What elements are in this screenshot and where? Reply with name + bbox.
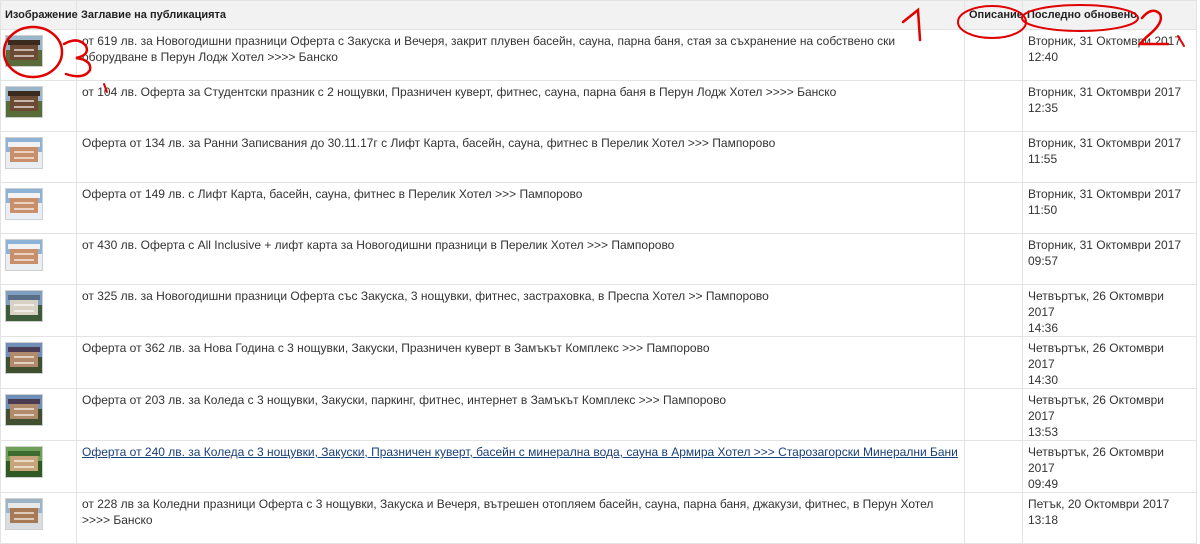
updated-time: 13:18 [1028,513,1059,527]
thumbnail-cell [0,80,77,132]
last-updated-cell: Четвъртък, 26 Октомври 2017 13:53 [1022,388,1197,441]
description-cell [964,29,1023,81]
column-header-title[interactable]: Заглавие на публикацията [76,0,965,30]
description-cell [964,233,1023,285]
updated-time: 12:35 [1028,101,1059,115]
thumbnail-cell [0,284,77,337]
description-cell [964,492,1023,544]
updated-date: Вторник, 31 Октомври 2017 [1028,85,1182,99]
publication-title[interactable]: Оферта от 362 лв. за Нова Година с 3 нощ… [82,341,710,355]
hotel-thumbnail-image[interactable] [5,394,43,426]
thumbnail-cell [0,336,77,389]
table-row[interactable]: от 430 лв. Оферта с All Inclusive + лифт… [0,233,1197,285]
hotel-thumbnail-image[interactable] [5,342,43,374]
table-row[interactable]: Оферта от 134 лв. за Ранни Записвания до… [0,131,1197,183]
publication-title[interactable]: от 619 лв. за Новогодишни празници Оферт… [82,34,895,64]
publication-title[interactable]: от 228 лв за Коледни празници Оферта с 3… [82,497,933,527]
updated-date: Четвъртък, 26 Октомври 2017 [1028,393,1165,423]
thumbnail-cell [0,131,77,183]
updated-date: Четвъртък, 26 Октомври 2017 [1028,289,1165,319]
column-header-description[interactable]: Описание [964,0,1023,30]
publication-title-cell: Оферта от 240 лв. за Коледа с 3 нощувки,… [76,440,965,493]
updated-time: 09:49 [1028,477,1059,491]
table-row[interactable]: от 325 лв. за Новогодишни празници Оферт… [0,284,1197,337]
last-updated-cell: Петък, 20 Октомври 2017 13:18 [1022,492,1197,544]
description-cell [964,284,1023,337]
hotel-thumbnail-image[interactable] [5,498,43,530]
publication-title[interactable]: от 430 лв. Оферта с All Inclusive + лифт… [82,238,674,252]
hotel-thumbnail-image[interactable] [5,290,43,322]
updated-time: 11:50 [1028,203,1058,217]
publication-title-cell: Оферта от 203 лв. за Коледа с 3 нощувки,… [76,388,965,441]
updated-time: 13:53 [1028,425,1059,439]
hotel-thumbnail-image[interactable] [5,188,43,220]
last-updated-cell: Вторник, 31 Октомври 2017 12:35 [1022,80,1197,132]
thumbnail-cell [0,233,77,285]
description-cell [964,440,1023,493]
publication-title[interactable]: Оферта от 134 лв. за Ранни Записвания до… [82,136,775,150]
updated-date: Вторник, 31 Октомври 2017 [1028,238,1182,252]
last-updated-cell: Четвъртък, 26 Октомври 2017 14:30 [1022,336,1197,389]
hotel-thumbnail-image[interactable] [5,86,43,118]
thumbnail-cell [0,182,77,234]
updated-date: Петък, 20 Октомври 2017 [1028,497,1170,511]
last-updated-cell: Четвъртък, 26 Октомври 2017 09:49 [1022,440,1197,493]
publication-title-cell: от 619 лв. за Новогодишни празници Оферт… [76,29,965,81]
publication-title-link[interactable]: Оферта от 240 лв. за Коледа с 3 нощувки,… [82,445,958,459]
table-row[interactable]: от 104 лв. Оферта за Студентски празник … [0,80,1197,132]
description-cell [964,80,1023,132]
publication-title-cell: от 104 лв. Оферта за Студентски празник … [76,80,965,132]
description-cell [964,131,1023,183]
thumbnail-cell [0,492,77,544]
last-updated-cell: Вторник, 31 Октомври 2017 11:55 [1022,131,1197,183]
table-row[interactable]: Оферта от 240 лв. за Коледа с 3 нощувки,… [0,440,1197,493]
thumbnail-cell [0,29,77,81]
publication-title[interactable]: от 325 лв. за Новогодишни празници Оферт… [82,289,769,303]
description-cell [964,182,1023,234]
column-header-updated[interactable]: Последно обновено [1022,0,1197,30]
updated-date: Четвъртък, 26 Октомври 2017 [1028,341,1165,371]
publication-title[interactable]: Оферта от 149 лв. с Лифт Карта, басейн, … [82,187,582,201]
hotel-thumbnail-image[interactable] [5,239,43,271]
thumbnail-cell [0,388,77,441]
publication-title-cell: Оферта от 134 лв. за Ранни Записвания до… [76,131,965,183]
table-row[interactable]: Оферта от 203 лв. за Коледа с 3 нощувки,… [0,388,1197,441]
description-cell [964,388,1023,441]
publication-title-cell: Оферта от 149 лв. с Лифт Карта, басейн, … [76,182,965,234]
publication-title-cell: от 325 лв. за Новогодишни празници Оферт… [76,284,965,337]
publication-title-cell: от 228 лв за Коледни празници Оферта с 3… [76,492,965,544]
last-updated-cell: Вторник, 31 Октомври 2017 11:50 [1022,182,1197,234]
updated-time: 12:40 [1028,50,1059,64]
table-row[interactable]: Оферта от 149 лв. с Лифт Карта, басейн, … [0,182,1197,234]
description-cell [964,336,1023,389]
updated-time: 11:55 [1028,152,1058,166]
updated-date: Четвъртък, 26 Октомври 2017 [1028,445,1165,475]
updated-date: Вторник, 31 Октомври 2017 [1028,34,1182,48]
thumbnail-cell [0,440,77,493]
updated-time: 14:36 [1028,321,1059,335]
table-row[interactable]: от 228 лв за Коледни празници Оферта с 3… [0,492,1197,544]
hotel-thumbnail-image[interactable] [5,446,43,478]
column-header-image[interactable]: Изображение [0,0,78,30]
updated-date: Вторник, 31 Октомври 2017 [1028,187,1182,201]
publication-title[interactable]: Оферта от 203 лв. за Коледа с 3 нощувки,… [82,393,726,407]
updated-time: 14:30 [1028,373,1059,387]
publication-title-cell: Оферта от 362 лв. за Нова Година с 3 нощ… [76,336,965,389]
publications-table: Изображение Заглавие на публикацията Опи… [0,0,1197,544]
updated-date: Вторник, 31 Октомври 2017 [1028,136,1182,150]
table-header-row: Изображение Заглавие на публикацията Опи… [0,0,1197,30]
table-body: от 619 лв. за Новогодишни празници Оферт… [0,29,1197,544]
hotel-thumbnail-image[interactable] [5,35,43,67]
last-updated-cell: Вторник, 31 Октомври 2017 09:57 [1022,233,1197,285]
table-row[interactable]: от 619 лв. за Новогодишни празници Оферт… [0,29,1197,81]
hotel-thumbnail-image[interactable] [5,137,43,169]
table-row[interactable]: Оферта от 362 лв. за Нова Година с 3 нощ… [0,336,1197,389]
last-updated-cell: Вторник, 31 Октомври 2017 12:40 [1022,29,1197,81]
publication-title[interactable]: от 104 лв. Оферта за Студентски празник … [82,85,836,99]
updated-time: 09:57 [1028,254,1059,268]
publication-title-cell: от 430 лв. Оферта с All Inclusive + лифт… [76,233,965,285]
last-updated-cell: Четвъртък, 26 Октомври 2017 14:36 [1022,284,1197,337]
